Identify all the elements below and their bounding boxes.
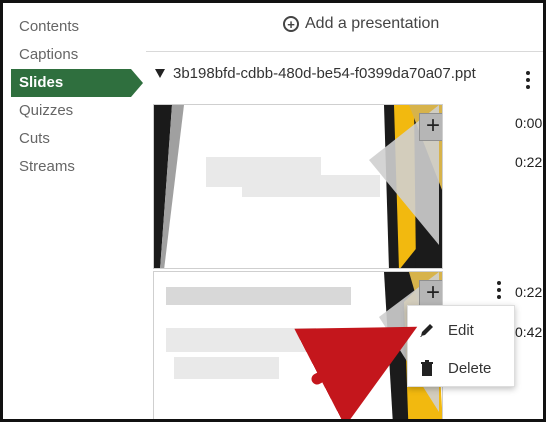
divider [146,51,543,52]
add-slide-button[interactable]: + [419,280,442,308]
sidebar: Contents Captions Slides Quizzes Cuts St… [11,13,143,181]
slide-heading-blur [166,287,351,305]
presentation-file-row[interactable]: 3b198bfd-cdbb-480d-be54-f0399da70a07.ppt [155,65,537,89]
slide-time: 0:42 [515,324,543,340]
sidebar-item-cuts[interactable]: Cuts [11,125,141,153]
pencil-icon [420,324,433,337]
sidebar-item-captions[interactable]: Captions [11,41,141,69]
add-slide-button[interactable]: + [419,113,442,141]
add-presentation-button[interactable]: + Add a presentation [283,15,439,33]
delete-label: Delete [448,359,492,377]
add-presentation-label: Add a presentation [305,15,440,32]
plus-circle-icon: + [283,16,299,32]
slide-thumbnail[interactable]: + [153,271,443,419]
slide-text-blur [166,328,316,352]
delete-menu-item[interactable]: Delete [408,349,514,387]
slide-time: 0:22 [515,284,543,300]
file-more-options-icon[interactable] [525,71,531,89]
window-frame: Contents Captions Slides Quizzes Cuts St… [0,0,546,422]
edit-label: Edit [448,321,474,339]
trash-icon [421,360,433,376]
slide-context-menu: Edit Delete [407,305,515,387]
presentation-file-name: 3b198bfd-cdbb-480d-be54-f0399da70a07.ppt [173,65,476,82]
slide-thumbnail[interactable]: + [153,104,443,269]
sidebar-item-streams[interactable]: Streams [11,153,141,181]
expand-triangle-icon[interactable] [155,69,165,78]
slide-more-options-icon[interactable] [496,281,502,299]
slide-subtitle-blur [242,175,380,197]
slide-text-blur [174,357,279,379]
sidebar-item-slides[interactable]: Slides [11,69,143,97]
slide-time: 0:00 [515,115,543,131]
edit-menu-item[interactable]: Edit [408,311,514,349]
slide-time: 0:22 [515,154,543,170]
sidebar-item-quizzes[interactable]: Quizzes [11,97,141,125]
sidebar-item-contents[interactable]: Contents [11,13,141,41]
